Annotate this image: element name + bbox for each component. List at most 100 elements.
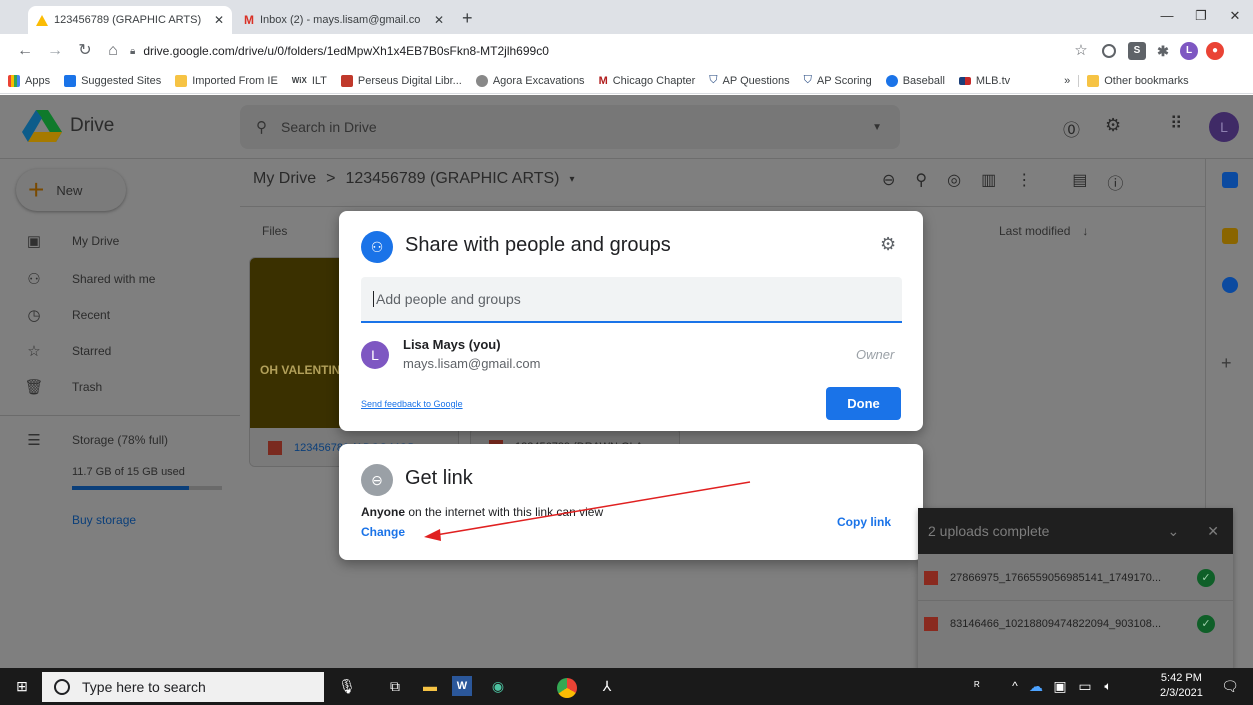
word-icon[interactable]: W <box>452 676 472 696</box>
upload-item[interactable]: 83146466_10218809474822094_903108... ✓ <box>918 601 1233 647</box>
list-view-icon[interactable]: ▤ <box>1072 170 1087 194</box>
taskbar-search-input[interactable]: Type here to search <box>42 672 324 702</box>
sidebar-item-trash[interactable]: 🗑︎ Trash <box>0 369 240 405</box>
acrobat-icon[interactable]: ⅄ <box>595 674 619 698</box>
sidebar-item-storage[interactable]: ☰ Storage (78% full) <box>0 422 240 458</box>
battery-icon[interactable]: ▭ <box>1073 674 1097 698</box>
extension-red-icon[interactable]: ● <box>1206 42 1224 60</box>
bookmark-suggested-sites[interactable]: Suggested Sites <box>64 74 161 87</box>
tray-app-icon[interactable]: ▣ <box>1048 674 1072 698</box>
breadcrumb-current[interactable]: 123456789 (GRAPHIC ARTS) <box>345 170 559 190</box>
extension-s-icon[interactable]: S <box>1128 42 1146 60</box>
folder-icon <box>175 74 188 87</box>
bookmark-perseus[interactable]: Perseus Digital Libr... <box>340 74 462 87</box>
minimize-icon[interactable]: — <box>1153 8 1181 28</box>
add-person-icon[interactable]: ⚲ <box>915 170 927 194</box>
sidebar-item-starred[interactable]: ☆ Starred <box>0 333 240 369</box>
bookmark-apps[interactable]: Apps <box>8 74 50 87</box>
storage-bar-fill <box>72 486 189 490</box>
forward-icon[interactable]: → <box>44 40 66 62</box>
keep-icon[interactable] <box>1222 228 1238 244</box>
people-tray-icon[interactable]: ᴿ <box>965 674 989 698</box>
settings-gear-icon[interactable]: ⚙ <box>1105 115 1121 136</box>
breadcrumb-separator: > <box>326 170 336 187</box>
app-icon[interactable]: ◉ <box>486 674 510 698</box>
bookmark-ap-scoring[interactable]: ⛉ AP Scoring <box>804 74 872 87</box>
windows-start-icon[interactable]: ⊞ <box>10 674 34 698</box>
bookmarks-overflow-button[interactable]: » <box>1064 75 1070 87</box>
bookmark-agora[interactable]: Agora Excavations <box>475 74 585 87</box>
file-explorer-icon[interactable]: ▬ <box>418 674 442 698</box>
bookmark-mlb-tv[interactable]: MLB.tv <box>958 75 1010 87</box>
close-tab-icon[interactable]: ✕ <box>434 13 444 27</box>
sort-control[interactable]: Last modified ↓ <box>999 224 1088 238</box>
sidebar-item-my-drive[interactable]: ▣ My Drive <box>0 223 240 259</box>
trash-icon[interactable]: ▥ <box>981 170 996 194</box>
notifications-icon[interactable]: 🗨︎ <box>1218 674 1242 698</box>
new-button[interactable]: + New <box>16 169 126 211</box>
sidebar-item-shared[interactable]: ⚇ Shared with me <box>0 261 240 297</box>
microphone-icon[interactable]: 🎙︎ <box>335 674 359 698</box>
profile-avatar[interactable]: L <box>1180 42 1198 60</box>
sidebar-item-recent[interactable]: ◷ Recent <box>0 297 240 333</box>
search-options-icon[interactable]: ▼ <box>872 122 882 133</box>
link-icon[interactable]: ⊖ <box>882 170 895 194</box>
task-view-icon[interactable]: ⧉ <box>383 674 407 698</box>
storage-icon: ☰ <box>27 432 41 449</box>
other-bookmarks[interactable]: Other bookmarks <box>1078 74 1189 87</box>
extension-circle-icon[interactable] <box>1102 44 1116 58</box>
close-tab-icon[interactable]: ✕ <box>214 13 224 27</box>
breadcrumb-root[interactable]: My Drive <box>253 170 316 190</box>
check-icon: ✓ <box>1197 615 1215 633</box>
add-people-input[interactable]: Add people and groups <box>361 277 902 323</box>
upload-item[interactable]: 27866975_1766559056985141_1749170... ✓ <box>918 555 1233 601</box>
chevron-down-icon[interactable]: ▾ <box>569 170 574 190</box>
new-tab-button[interactable]: + <box>462 8 473 29</box>
bookmark-imported-from-ie[interactable]: Imported From IE <box>175 74 278 87</box>
collapse-chevron-icon[interactable]: ⌄ <box>1168 523 1180 540</box>
bookmark-label: Chicago Chapter <box>612 74 696 87</box>
tasks-icon[interactable] <box>1222 277 1238 293</box>
buy-storage-link[interactable]: Buy storage <box>72 513 136 527</box>
uploads-title: 2 uploads complete <box>928 523 1050 539</box>
apps-grid-icon[interactable]: ⠿ <box>1170 114 1182 134</box>
close-window-icon[interactable]: ✕ <box>1221 8 1249 28</box>
drive-search-input[interactable]: ⚲ Search in Drive ▼ <box>240 105 900 149</box>
change-link-button[interactable]: Change <box>361 525 405 539</box>
folder-icon <box>1087 74 1100 87</box>
home-icon[interactable]: ⌂ <box>102 40 124 62</box>
bookmark-chicago-chapter[interactable]: M Chicago Chapter <box>599 75 696 87</box>
bookmark-ilt[interactable]: WiX ILT <box>292 75 327 87</box>
toolbar: ⊖ ⚲ ◎ ▥ ⋮ ▤ ⓘ <box>882 170 1123 194</box>
more-vert-icon[interactable]: ⋮ <box>1016 170 1032 194</box>
clock[interactable]: 5:42 PM 2/3/2021 <box>1160 671 1203 701</box>
preview-eye-icon[interactable]: ◎ <box>947 170 961 194</box>
reload-icon[interactable]: ↻ <box>74 40 96 62</box>
done-button[interactable]: Done <box>826 387 901 420</box>
volume-icon[interactable]: 🔈︎ <box>1096 674 1120 698</box>
extensions-puzzle-icon[interactable]: ✱ <box>1154 42 1172 60</box>
bookmark-baseball[interactable]: Baseball <box>885 74 945 87</box>
address-bar[interactable]: 🔒︎ drive.google.com/drive/u/0/folders/1e… <box>130 39 1080 63</box>
add-addon-icon[interactable]: + <box>1221 353 1232 374</box>
info-icon[interactable]: ⓘ <box>1107 170 1123 194</box>
maximize-icon[interactable]: ❐ <box>1187 8 1215 28</box>
upload-file-name: 83146466_10218809474822094_903108... <box>950 618 1162 630</box>
browser-tab-drive[interactable]: 123456789 (GRAPHIC ARTS) - Go ✕ <box>28 6 232 34</box>
back-icon[interactable]: ← <box>14 40 36 62</box>
onedrive-icon[interactable]: ☁ <box>1024 674 1048 698</box>
copy-link-button[interactable]: Copy link <box>837 515 891 529</box>
bookmark-ap-questions[interactable]: ⛉ AP Questions <box>709 74 789 87</box>
share-settings-gear-icon[interactable]: ⚙ <box>880 234 896 255</box>
chrome-icon[interactable] <box>557 678 577 698</box>
send-feedback-link[interactable]: Send feedback to Google <box>361 399 463 409</box>
drive-app-name: Drive <box>70 115 115 136</box>
search-placeholder: Search in Drive <box>281 119 377 135</box>
drive-favicon-icon <box>36 14 48 26</box>
bookmark-star-icon[interactable]: ☆ <box>1070 40 1092 62</box>
close-icon[interactable]: ✕ <box>1207 523 1219 540</box>
browser-tab-gmail[interactable]: M Inbox (2) - mays.lisam@gmail.co ✕ <box>236 6 452 34</box>
calendar-icon[interactable] <box>1222 172 1238 188</box>
help-icon[interactable]: ⓪ <box>1063 116 1080 141</box>
account-avatar[interactable]: L <box>1209 112 1239 142</box>
